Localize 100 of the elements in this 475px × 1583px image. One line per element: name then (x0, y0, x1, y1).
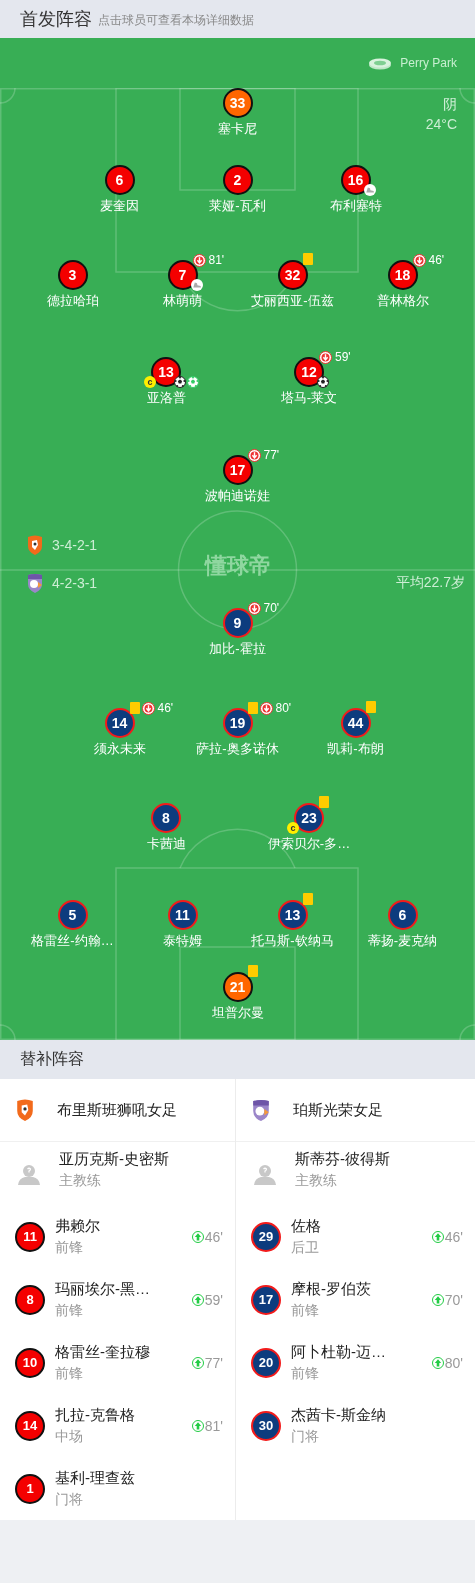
player-number[interactable]: 18 (387, 260, 418, 290)
player-position: 前锋 (55, 1301, 84, 1320)
player-name: 萨拉-奥多诺休 (196, 740, 279, 758)
player-name[interactable]: 扎拉-克鲁格 (55, 1405, 135, 1425)
player-number[interactable]: 44 (340, 708, 371, 738)
up-arrow-icon (191, 1356, 204, 1369)
up-arrow-icon (431, 1230, 444, 1243)
player-name: 塔马-莱文 (280, 389, 338, 407)
player-name[interactable]: 基利-理查兹 (55, 1468, 135, 1488)
player-position: 前锋 (291, 1301, 320, 1320)
substitution-minute: 81' (208, 253, 225, 267)
substitution-minute: 46' (428, 253, 445, 267)
player-name[interactable]: 玛丽埃尔-黑… (55, 1279, 150, 1299)
player-name: 波帕迪诺娃 (205, 487, 270, 505)
captain-mark: c (287, 822, 299, 834)
substitution-minute: 70' (263, 601, 280, 615)
player-name: 亚洛普 (146, 389, 186, 407)
player-number[interactable]: 6 (387, 900, 418, 930)
player-number[interactable]: 23 (294, 803, 324, 833)
team-name: 布里斯班狮吼女足 (57, 1100, 177, 1120)
down-arrow-icon (247, 601, 261, 615)
player-number[interactable]: 20 (251, 1347, 281, 1378)
player-number[interactable]: 11 (15, 1221, 45, 1252)
team-name: 珀斯光荣女足 (293, 1100, 383, 1120)
player-name: 林萌萌 (163, 292, 202, 310)
player-number[interactable]: 2 (222, 165, 253, 195)
player-number[interactable]: 17 (222, 455, 253, 485)
player-name[interactable]: 佐格 (291, 1216, 321, 1236)
formation-text: 3-4-2-1 (52, 537, 98, 553)
down-arrow-icon (247, 448, 261, 462)
player-number[interactable]: 32 (277, 260, 308, 290)
coach-role: 主教练 (59, 1172, 102, 1190)
player-name: 蒂扬-麦克纳 (367, 932, 438, 950)
booking-card-icon (129, 702, 140, 714)
player-number[interactable]: 12 (294, 357, 324, 387)
player-number[interactable]: 13 (151, 357, 181, 387)
player-number[interactable]: 14 (104, 708, 135, 738)
player-name: 坦普尔曼 (211, 1004, 264, 1022)
player-number[interactable]: 1 (15, 1473, 45, 1504)
player-name: 布利塞特 (329, 197, 382, 215)
down-arrow-icon (259, 701, 273, 715)
coach-role: 主教练 (295, 1172, 338, 1190)
crest-icon (26, 573, 44, 593)
down-arrow-icon (192, 253, 206, 267)
player-name: 麦奎因 (100, 197, 139, 215)
player-number[interactable]: 14 (15, 1410, 45, 1441)
player-number[interactable]: 30 (251, 1410, 281, 1441)
crest-icon (15, 1098, 35, 1122)
substitution-minute: 70' (444, 1291, 463, 1308)
booking-card-icon (247, 702, 258, 714)
crest-icon (251, 1098, 271, 1122)
booking-card-icon (365, 701, 376, 713)
weather-condition: 阴 (443, 96, 457, 114)
player-number[interactable]: 8 (15, 1284, 45, 1315)
player-number[interactable]: 6 (104, 165, 135, 195)
booking-card-icon (247, 965, 258, 977)
stadium-icon (368, 56, 393, 70)
substitution-minute: 46' (444, 1228, 463, 1245)
player-position: 门将 (291, 1427, 320, 1446)
average-age: 平均22.7岁 (395, 574, 465, 592)
player-position: 前锋 (55, 1238, 84, 1257)
player-name[interactable]: 杰茜卡-斯金纳 (291, 1405, 386, 1425)
player-name: 托马斯-钦纳马 (251, 932, 334, 950)
player-name: 普林格尔 (376, 292, 429, 310)
player-name[interactable]: 摩根-罗伯茨 (291, 1279, 371, 1299)
player-number[interactable]: 29 (251, 1221, 281, 1252)
player-position: 中场 (55, 1427, 84, 1446)
player-number[interactable]: 16 (340, 165, 371, 195)
ball-icon (317, 376, 329, 388)
up-arrow-icon (431, 1356, 444, 1369)
player-number[interactable]: 19 (222, 708, 253, 738)
boot-icon (363, 184, 376, 196)
player-name: 伊索贝尔-多… (267, 835, 351, 853)
boot-icon (190, 279, 203, 291)
player-number[interactable]: 10 (15, 1347, 45, 1378)
player-name[interactable]: 阿卜杜勒-迈… (291, 1342, 386, 1362)
player-name: 泰特姆 (163, 932, 202, 950)
player-position: 后卫 (291, 1238, 320, 1257)
player-number[interactable]: 3 (57, 260, 88, 290)
player-number[interactable]: 9 (222, 608, 253, 638)
substitution-minute: 46' (204, 1228, 223, 1245)
section-title: 替补阵容 (0, 1040, 475, 1079)
player-number[interactable]: 8 (151, 803, 181, 833)
player-position: 前锋 (55, 1364, 84, 1383)
player-number[interactable]: 13 (277, 900, 308, 930)
substitution-minute: 80' (275, 701, 292, 715)
down-arrow-icon (412, 253, 426, 267)
player-number[interactable]: 11 (167, 900, 198, 930)
coach-name: 亚历克斯-史密斯 (59, 1150, 169, 1169)
substitution-minute: 59' (204, 1291, 223, 1308)
player-number[interactable]: 5 (57, 900, 88, 930)
player-number[interactable]: 7 (167, 260, 198, 290)
player-name[interactable]: 格雷丝-奎拉穆 (55, 1342, 150, 1362)
player-number[interactable]: 17 (251, 1284, 281, 1315)
down-arrow-icon (141, 701, 155, 715)
booking-card-icon (319, 796, 329, 808)
ball-icon (187, 376, 199, 388)
pitch-logo: 懂球帝 (204, 552, 271, 580)
formation-text: 4-2-3-1 (52, 575, 98, 591)
player-name[interactable]: 弗赖尔 (55, 1216, 100, 1236)
